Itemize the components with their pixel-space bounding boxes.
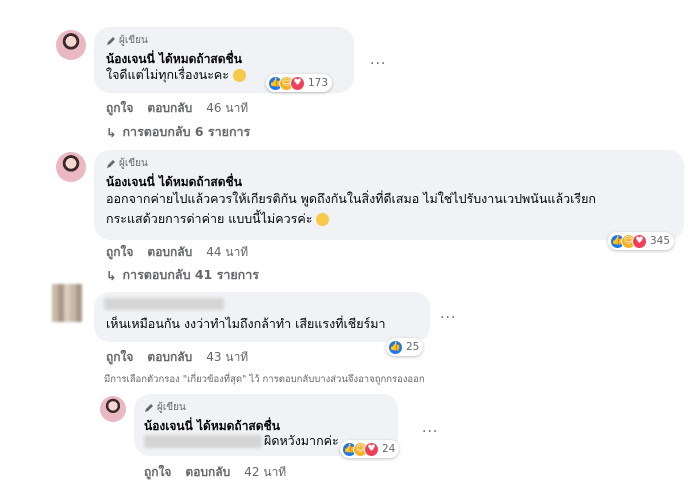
comment-timestamp[interactable]: 44 นาที [206,243,248,262]
love-reaction-icon: ♥ [290,75,305,91]
comment-actions: ถูกใจ ตอบกลับ 46 นาที [106,99,248,118]
more-options-button[interactable]: ... [440,306,456,322]
author-badge: ผู้เขียน [106,156,148,171]
reply-button[interactable]: ตอบกลับ [147,243,192,262]
reaction-count: 345 [650,235,671,247]
reaction-summary[interactable]: 👍 ☺ ♥ 345 [608,232,675,250]
smile-emoji-icon [316,213,330,226]
like-button[interactable]: ถูกใจ [106,243,133,262]
love-reaction-icon: ♥ [364,441,379,457]
avatar[interactable] [52,284,82,322]
comment-text-line-1: ออกจากค่ายไปแล้วควรให้เกียรติกัน พูดถึงก… [106,191,597,206]
pen-icon [107,159,115,168]
view-replies-button[interactable]: ↳ การตอบกลับ 41 รายการ [106,265,259,285]
more-options-button[interactable]: ... [422,420,438,436]
filter-notice: มีการเลือกตัวกรอง "เกี่ยวข้องที่สุด" ไว้… [104,374,425,385]
blurred-author-name [104,298,224,310]
reaction-count: 24 [382,443,396,455]
comment-text: ใจดีแต่ไม่ทุกเรื่องนะคะ [106,66,246,84]
like-reaction-icon: 👍 [388,339,403,355]
comment-timestamp[interactable]: 42 นาที [244,463,286,482]
blurred-mention [144,435,262,448]
reply-button[interactable]: ตอบกลับ [147,348,192,367]
reaction-summary[interactable]: 👍 25 [386,338,424,356]
comment-timestamp[interactable]: 43 นาที [206,348,248,367]
view-replies-button[interactable]: ↳ การตอบกลับ 6 รายการ [106,122,250,142]
author-badge: ผู้เขียน [144,400,186,415]
like-button[interactable]: ถูกใจ [106,348,133,367]
comment-text: เห็นเหมือนกัน งงว่าทำไมถึงกล้าทำ เสียแรง… [106,316,386,331]
comment-author-name[interactable]: น้องเจนนี่ ได้หมดถ้าสดชื่น [144,417,280,436]
pen-icon [145,403,153,412]
reply-arrow-icon: ↳ [106,124,117,140]
smile-emoji-icon [233,69,246,82]
more-options-button[interactable]: ... [370,52,386,68]
pen-icon [107,36,115,45]
reply-button[interactable]: ตอบกลับ [147,99,192,118]
author-badge: ผู้เขียน [106,33,148,48]
like-button[interactable]: ถูกใจ [106,99,133,118]
reaction-summary[interactable]: 👍 ☺ ♥ 24 [340,440,400,458]
avatar[interactable] [56,30,86,60]
comment-text: ผิดหวังมากค่ะ [264,433,339,448]
reply-arrow-icon: ↳ [106,267,117,283]
comment-actions: ถูกใจ ตอบกลับ 43 นาที [106,348,248,367]
comment-timestamp[interactable]: 46 นาที [206,99,248,118]
love-reaction-icon: ♥ [632,233,647,249]
reply-button[interactable]: ตอบกลับ [185,463,230,482]
avatar[interactable] [56,152,86,182]
comment-actions: ถูกใจ ตอบกลับ 42 นาที [144,463,286,482]
reaction-count: 25 [406,341,420,353]
avatar[interactable] [100,396,126,422]
like-button[interactable]: ถูกใจ [144,463,171,482]
reaction-count: 173 [308,77,329,89]
comment-actions: ถูกใจ ตอบกลับ 44 นาที [106,243,248,262]
comment-text-line-2: กระแสด้วยการด่าค่าย แบบนี้ไม่ควรค่ะ [106,210,330,228]
reaction-summary[interactable]: 👍 ☺ ♥ 173 [266,74,333,92]
